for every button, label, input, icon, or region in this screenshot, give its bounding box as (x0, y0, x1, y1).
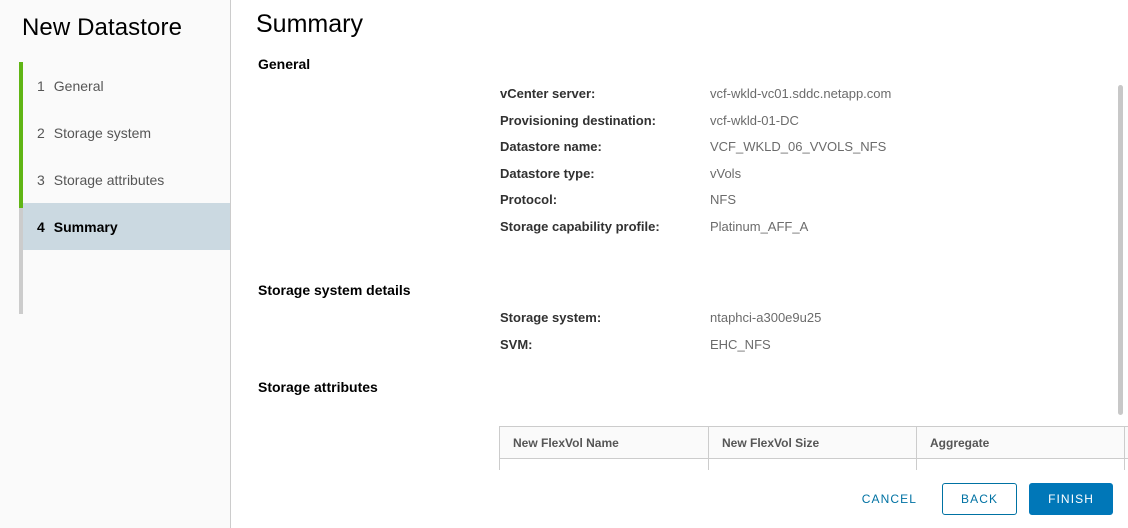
back-button[interactable]: BACK (941, 483, 1018, 515)
detail-row-storage-system: Storage system: ntaphci-a300e9u25 (461, 310, 1128, 337)
detail-value: vcf-wkld-vc01.sddc.netapp.com (710, 86, 892, 101)
step-number: 4 (37, 218, 45, 235)
wizard-sidebar: New Datastore 1 General 2 Storage system… (0, 0, 231, 528)
step-label: Storage attributes (53, 171, 165, 188)
step-number: 3 (37, 171, 45, 188)
detail-value: EHC_NFS (710, 336, 771, 352)
detail-label: Datastore type: (500, 165, 595, 181)
section-heading-general: General (258, 56, 311, 72)
step-number: 2 (37, 124, 45, 141)
detail-row-storage-capability-profile: Storage capability profile: Platinum_AFF… (461, 219, 1128, 246)
finish-button[interactable]: FINISH (1029, 483, 1113, 515)
sidebar-step-general[interactable]: 1 General (23, 62, 230, 109)
step-label: Storage system (53, 124, 152, 141)
sidebar-step-summary[interactable]: 4 Summary (23, 203, 230, 250)
detail-row-svm: SVM: EHC_NFS (461, 337, 1128, 364)
detail-value: ntaphci-a300e9u25 (710, 310, 822, 325)
sidebar-step-storage-attributes[interactable]: 3 Storage attributes (23, 156, 230, 203)
detail-label: Storage system: (500, 310, 602, 325)
step-number: 1 (37, 77, 45, 94)
wizard-title: New Datastore (22, 14, 183, 41)
section-heading-storage-attributes: Storage attributes (258, 379, 378, 395)
cancel-button[interactable]: CANCEL (849, 483, 930, 515)
content-scrollbar-thumb[interactable] (1118, 85, 1123, 415)
table-body (500, 459, 1128, 470)
section-heading-storage-system-details: Storage system details (258, 282, 411, 298)
detail-row-protocol: Protocol: NFS (461, 192, 1128, 219)
table-row[interactable] (500, 459, 1128, 470)
wizard-footer: CANCEL BACK FINISH (231, 470, 1128, 528)
detail-label: vCenter server: (500, 86, 596, 101)
detail-label: Provisioning destination: (500, 112, 657, 128)
column-header-new-flexvol-name: New FlexVol Name (513, 435, 619, 450)
detail-value: vVols (710, 165, 742, 181)
detail-row-datastore-name: Datastore name: VCF_WKLD_06_VVOLS_NFS (461, 139, 1128, 166)
detail-row-datastore-type: Datastore type: vVols (461, 166, 1128, 193)
detail-value: NFS (710, 192, 736, 207)
sidebar-step-storage-system[interactable]: 2 Storage system (23, 109, 230, 156)
detail-row-vcenter-server: vCenter server: vcf-wkld-vc01.sddc.netap… (461, 86, 1128, 113)
detail-label: Protocol: (500, 192, 558, 207)
step-label: General (53, 77, 104, 94)
step-label: Summary (53, 218, 118, 235)
table-header-row: New FlexVol Name New FlexVol Size Aggreg… (500, 427, 1128, 459)
detail-value: VCF_WKLD_06_VVOLS_NFS (710, 139, 887, 154)
detail-row-provisioning-destination: Provisioning destination: vcf-wkld-01-DC (461, 113, 1128, 140)
detail-value: vcf-wkld-01-DC (710, 112, 799, 128)
wizard-main-pane: Summary General vCenter server: vcf-wkld… (231, 0, 1128, 528)
detail-label: SVM: (500, 336, 533, 352)
cell-new-flexvol-name (500, 459, 708, 470)
detail-label: Storage capability profile: (500, 218, 660, 234)
column-header-new-flexvol-size: New FlexVol Size (708, 427, 916, 458)
detail-label: Datastore name: (500, 139, 602, 154)
page-title: Summary (256, 10, 363, 38)
content-scrollbar-track[interactable] (1116, 30, 1126, 470)
wizard-step-navigation: 1 General 2 Storage system 3 Storage att… (0, 62, 231, 314)
detail-value: Platinum_AFF_A (710, 218, 809, 234)
storage-attributes-table: New FlexVol Name New FlexVol Size Aggreg… (499, 426, 1128, 470)
cell-aggregate (916, 459, 1124, 470)
summary-content: Summary General vCenter server: vcf-wkld… (231, 0, 1128, 470)
cell-new-flexvol-size (708, 459, 916, 470)
column-header-aggregate: Aggregate (916, 427, 1124, 458)
new-datastore-wizard: New Datastore 1 General 2 Storage system… (0, 0, 1128, 528)
